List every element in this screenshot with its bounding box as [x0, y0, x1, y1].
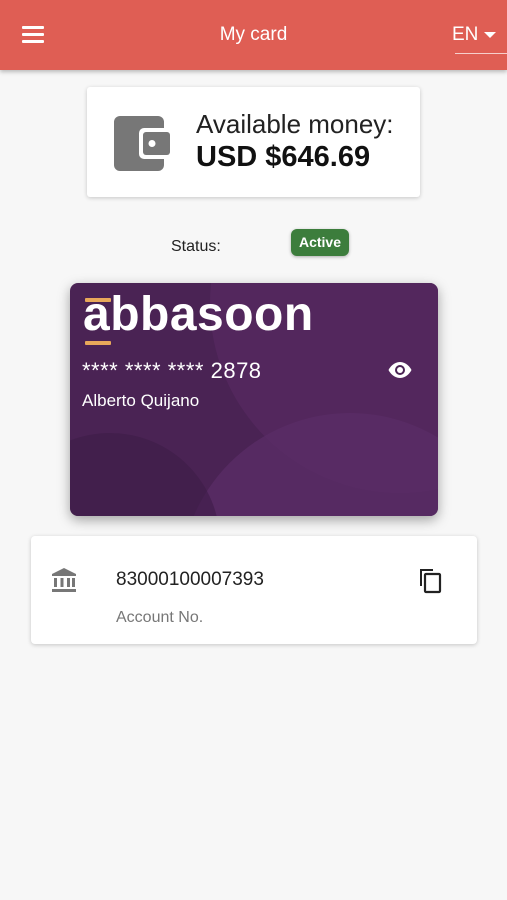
caret-down-icon: [484, 31, 497, 38]
card-number: **** **** **** 2878: [82, 358, 262, 384]
language-underline: [455, 53, 507, 54]
copy-icon[interactable]: [416, 566, 444, 594]
wallet-icon: [114, 116, 170, 171]
brand-accent-bottom: [85, 341, 111, 345]
available-money-amount: USD $646.69: [196, 141, 371, 173]
status-label: Status:: [171, 238, 221, 255]
balance-card: Available money: USD $646.69: [87, 87, 420, 197]
eye-icon[interactable]: [388, 361, 412, 379]
language-label: EN: [452, 24, 479, 45]
account-number-label: Account No.: [116, 609, 204, 626]
payment-card: abbasoon **** **** **** 2878 Alberto Qui…: [70, 283, 438, 516]
available-money-label: Available money:: [196, 109, 394, 139]
card-number-mask: **** **** ****: [82, 358, 204, 383]
language-selector[interactable]: EN: [452, 24, 497, 46]
card-holder-name: Alberto Quijano: [82, 391, 200, 410]
bank-icon: [52, 568, 76, 592]
account-number: 83000100007393: [116, 569, 264, 590]
page-title: My card: [219, 24, 288, 45]
account-panel: 83000100007393 Account No.: [31, 536, 477, 644]
app-bar: My card EN: [0, 0, 507, 70]
card-last4: 2878: [210, 358, 262, 383]
status-badge: Active: [291, 229, 349, 256]
card-brand-logo: abbasoon: [83, 288, 314, 341]
